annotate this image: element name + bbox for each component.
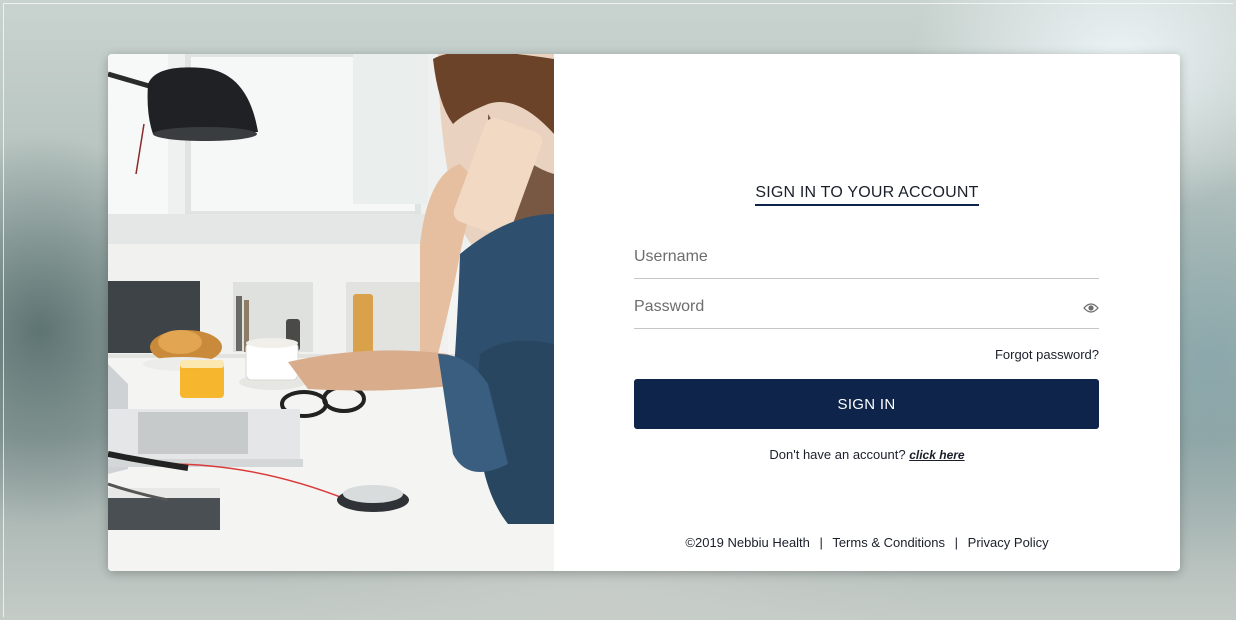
terms-link[interactable]: Terms & Conditions bbox=[832, 535, 945, 550]
sign-in-button[interactable]: SIGN IN bbox=[634, 379, 1099, 429]
privacy-link[interactable]: Privacy Policy bbox=[968, 535, 1049, 550]
footer: ©2019 Nebbiu Health | Terms & Conditions… bbox=[554, 535, 1180, 550]
eye-icon[interactable] bbox=[1083, 302, 1099, 314]
forgot-password-link[interactable]: Forgot password? bbox=[995, 347, 1099, 362]
username-input[interactable] bbox=[634, 238, 1074, 276]
login-form: SIGN IN TO YOUR ACCOUNT Forgot password?… bbox=[554, 54, 1180, 571]
password-input[interactable] bbox=[634, 288, 1074, 326]
copyright-text: ©2019 Nebbiu Health bbox=[685, 535, 810, 550]
page-title: SIGN IN TO YOUR ACCOUNT bbox=[554, 184, 1180, 206]
hero-photo bbox=[108, 54, 554, 571]
page-title-text: SIGN IN TO YOUR ACCOUNT bbox=[755, 184, 979, 206]
register-prompt: Don't have an account? click here bbox=[554, 447, 1180, 462]
login-card: SIGN IN TO YOUR ACCOUNT Forgot password?… bbox=[108, 54, 1180, 571]
footer-separator: | bbox=[819, 535, 823, 550]
password-field-wrapper bbox=[634, 288, 1099, 329]
footer-separator: | bbox=[954, 535, 959, 550]
username-field-wrapper bbox=[634, 238, 1099, 279]
register-link[interactable]: click here bbox=[909, 448, 964, 462]
register-prompt-text: Don't have an account? bbox=[769, 447, 906, 462]
